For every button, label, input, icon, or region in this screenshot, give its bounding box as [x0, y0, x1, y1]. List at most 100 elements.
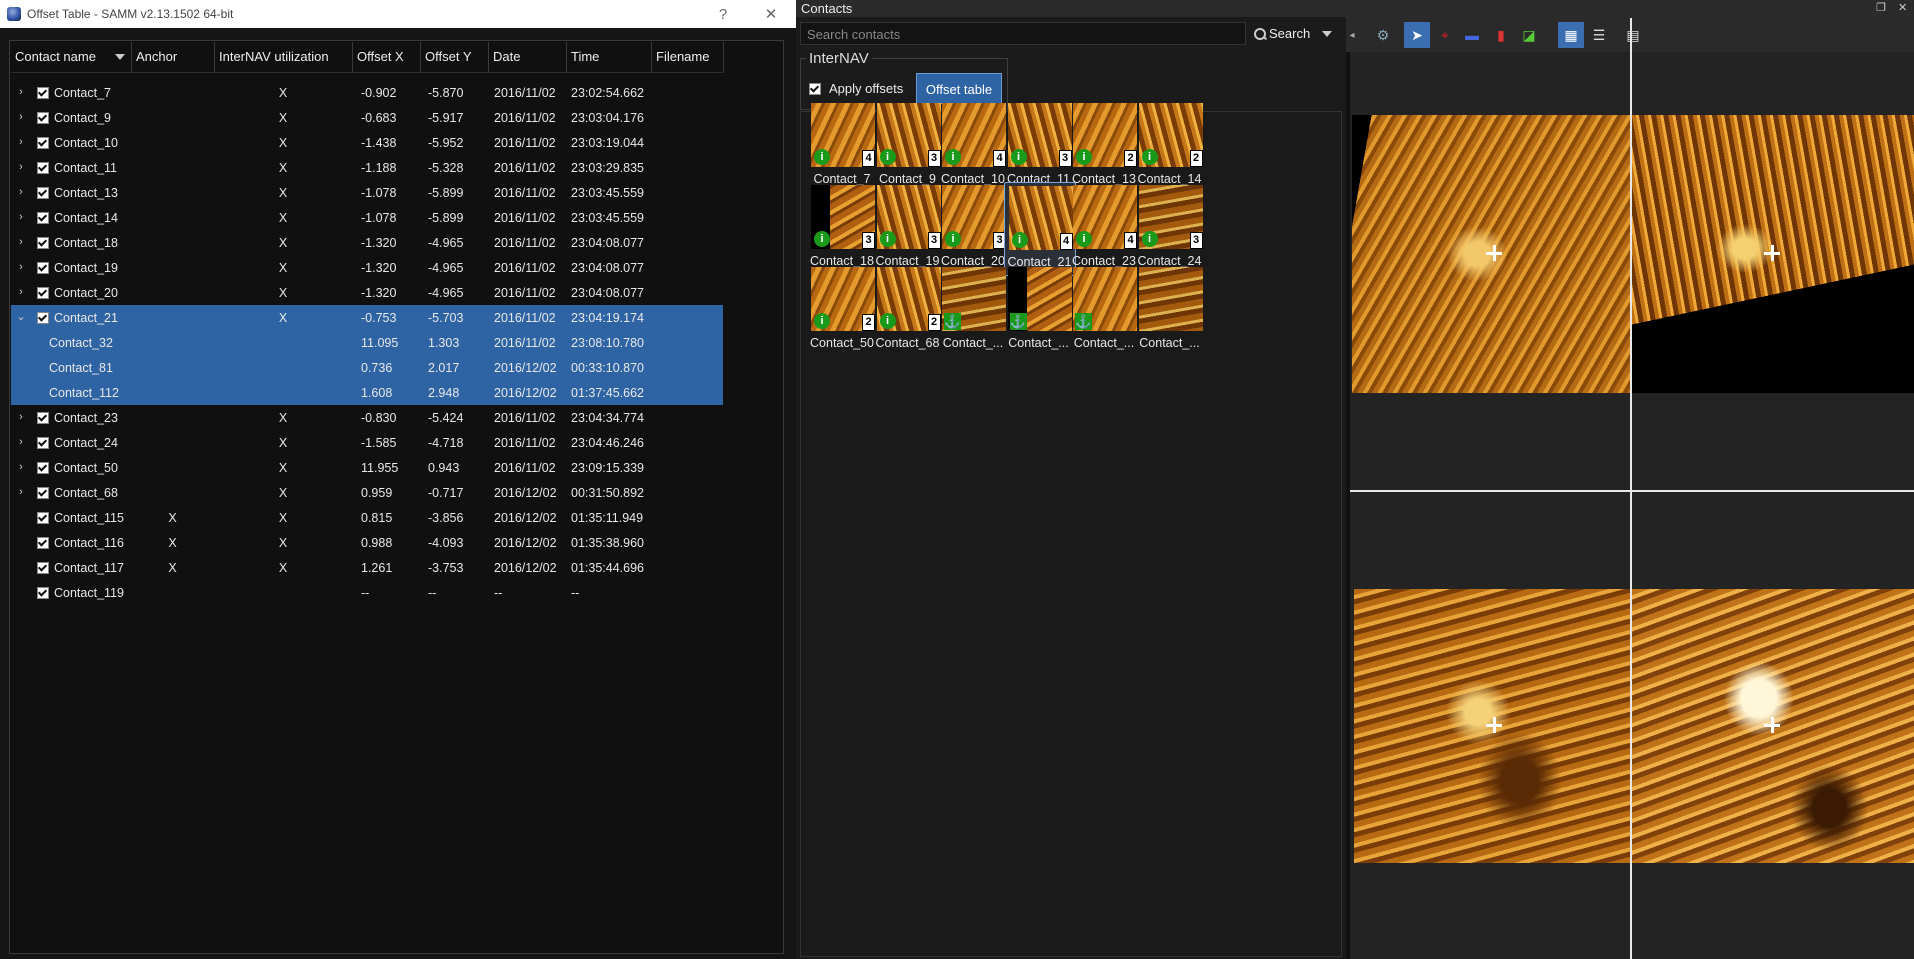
viewer-divider-vertical[interactable]: [1630, 18, 1632, 959]
contact-thumbnail[interactable]: i 4 Contact_7: [807, 100, 877, 192]
contact-thumbnail[interactable]: i 2 Contact_50: [807, 264, 877, 356]
table-row[interactable]: › Contact_68 X 0.959 -0.717 2016/12/02 00:31:5…: [11, 480, 723, 505]
table-row[interactable]: › Contact_18 X -1.320 -4.965 2016/11/02 23:04:…: [11, 230, 723, 255]
chevron-right-icon[interactable]: ›: [15, 261, 27, 273]
measure-icon[interactable]: ◪: [1516, 22, 1542, 48]
contact-thumbnail[interactable]: i 3 Contact_11: [1004, 100, 1074, 192]
table-row[interactable]: Contact_116 X X 0.988 -4.093 2016/12/02 01:35:…: [11, 530, 723, 555]
close-icon[interactable]: ✕: [1898, 1, 1907, 14]
contact-thumbnail[interactable]: i 3 Contact_19: [873, 182, 943, 274]
chevron-down-icon[interactable]: [1322, 30, 1333, 37]
checkbox-checked-icon[interactable]: [37, 212, 49, 224]
chevron-right-icon[interactable]: ›: [15, 186, 27, 198]
table-row[interactable]: Contact_117 X X 1.261 -3.753 2016/12/02 01:35:…: [11, 555, 723, 580]
contact-thumbnail[interactable]: i 2 Contact_68: [873, 264, 943, 356]
column-header-offset-x[interactable]: Offset X: [353, 42, 421, 72]
column-header-filename[interactable]: Filename: [652, 42, 724, 72]
table-row[interactable]: › Contact_14 X -1.078 -5.899 2016/11/02 23:03:…: [11, 205, 723, 230]
column-header-time[interactable]: Time: [567, 42, 652, 72]
table-row[interactable]: Contact_115 X X 0.815 -3.856 2016/12/02 01:35:…: [11, 505, 723, 530]
marker-icon[interactable]: ▮: [1488, 22, 1514, 48]
list-view-icon[interactable]: ☰: [1586, 22, 1612, 48]
table-row[interactable]: › Contact_11 X -1.188 -5.328 2016/11/02 23:03:…: [11, 155, 723, 180]
checkbox-checked-icon[interactable]: [37, 187, 49, 199]
table-row[interactable]: ⌄ Contact_21 X -0.753 -5.703 2016/11/02 23:04:…: [11, 305, 723, 330]
chevron-right-icon[interactable]: ›: [15, 86, 27, 98]
column-header-offset-y[interactable]: Offset Y: [421, 42, 489, 72]
table-row[interactable]: › Contact_50 X 11.955 0.943 2016/11/02 23:09:1…: [11, 455, 723, 480]
chevron-right-icon[interactable]: ›: [15, 111, 27, 123]
pointer-icon[interactable]: ➤: [1404, 22, 1430, 48]
checkbox-checked-icon[interactable]: [37, 287, 49, 299]
table-view-icon[interactable]: ▤: [1620, 22, 1646, 48]
table-row[interactable]: Contact_112 1.608 2.948 2016/12/02 01:37:45.…: [11, 380, 723, 405]
checkbox-checked-icon[interactable]: [37, 512, 49, 524]
contact-thumbnail[interactable]: i 3 Contact_18: [807, 182, 877, 274]
viewer-pane-top-left[interactable]: [1350, 52, 1630, 490]
table-row[interactable]: › Contact_23 X -0.830 -5.424 2016/11/02 23:04:…: [11, 405, 723, 430]
checkbox-checked-icon[interactable]: [809, 82, 821, 95]
viewer-pane-bottom-left[interactable]: [1350, 492, 1630, 959]
contact-thumbnail[interactable]: ⚓ Contact_...: [1004, 264, 1074, 356]
checkbox-checked-icon[interactable]: [37, 587, 49, 599]
viewer-divider-horizontal[interactable]: [1350, 490, 1914, 492]
crosshair-icon[interactable]: ⌖: [1432, 22, 1458, 48]
checkbox-checked-icon[interactable]: [37, 312, 49, 324]
contact-thumbnail[interactable]: i 2 Contact_14: [1135, 100, 1205, 192]
contact-thumbnail[interactable]: i 4 Contact_21: [1003, 182, 1076, 276]
checkbox-checked-icon[interactable]: [37, 562, 49, 574]
restore-icon[interactable]: ❐: [1876, 1, 1886, 14]
checkbox-checked-icon[interactable]: [37, 462, 49, 474]
contact-thumbnail[interactable]: ⚓ Contact_...: [1069, 264, 1139, 356]
chevron-right-icon[interactable]: ›: [15, 136, 27, 148]
globe-icon[interactable]: ⚙: [1370, 22, 1396, 48]
table-row[interactable]: › Contact_9 X -0.683 -5.917 2016/11/02 23:03:0…: [11, 105, 723, 130]
search-input[interactable]: Search contacts: [800, 22, 1246, 45]
column-header-anchor[interactable]: Anchor: [132, 42, 215, 72]
column-header-internav-utilization[interactable]: InterNAV utilization: [215, 42, 353, 72]
chevron-down-icon[interactable]: ⌄: [15, 311, 27, 323]
close-button[interactable]: ✕: [752, 0, 790, 28]
table-row[interactable]: › Contact_24 X -1.585 -4.718 2016/11/02 23:04:…: [11, 430, 723, 455]
checkbox-checked-icon[interactable]: [37, 262, 49, 274]
checkbox-checked-icon[interactable]: [37, 437, 49, 449]
contact-thumbnail[interactable]: i 4 Contact_23: [1069, 182, 1139, 274]
column-header-contact-name[interactable]: Contact name: [11, 42, 132, 72]
column-header-date[interactable]: Date: [489, 42, 567, 72]
table-row[interactable]: › Contact_13 X -1.078 -5.899 2016/11/02 23:03:…: [11, 180, 723, 205]
help-button[interactable]: ?: [704, 0, 742, 28]
apply-offsets-checkbox[interactable]: Apply offsets: [809, 81, 903, 96]
chevron-right-icon[interactable]: ›: [15, 211, 27, 223]
chevron-right-icon[interactable]: ›: [15, 486, 27, 498]
viewer-pane-top-right[interactable]: [1632, 52, 1914, 490]
checkbox-checked-icon[interactable]: [37, 162, 49, 174]
collapse-arrow-icon[interactable]: ◂: [1346, 22, 1358, 48]
checkbox-checked-icon[interactable]: [37, 87, 49, 99]
search-button[interactable]: Search: [1254, 22, 1336, 45]
viewer-pane-bottom-right[interactable]: [1632, 492, 1914, 959]
table-row[interactable]: › Contact_7 X -0.902 -5.870 2016/11/02 23:02:5…: [11, 80, 723, 105]
checkbox-checked-icon[interactable]: [37, 112, 49, 124]
chevron-right-icon[interactable]: ›: [15, 161, 27, 173]
contact-thumbnail[interactable]: ⚓ Contact_...: [938, 264, 1008, 356]
chevron-right-icon[interactable]: ›: [15, 411, 27, 423]
grid-2x2-icon[interactable]: ▦: [1558, 22, 1584, 48]
contact-thumbnail[interactable]: i 4 Contact_10: [938, 100, 1008, 192]
table-row[interactable]: › Contact_20 X -1.320 -4.965 2016/11/02 23:04:…: [11, 280, 723, 305]
checkbox-checked-icon[interactable]: [37, 412, 49, 424]
chevron-right-icon[interactable]: ›: [15, 236, 27, 248]
checkbox-checked-icon[interactable]: [37, 237, 49, 249]
contact-thumbnail[interactable]: i 3 Contact_24: [1135, 182, 1205, 274]
contact-thumbnail[interactable]: i 3 Contact_20: [938, 182, 1008, 274]
table-row[interactable]: › Contact_10 X -1.438 -5.952 2016/11/02 23:03:…: [11, 130, 723, 155]
table-row[interactable]: › Contact_19 X -1.320 -4.965 2016/11/02 23:04:…: [11, 255, 723, 280]
checkbox-checked-icon[interactable]: [37, 137, 49, 149]
table-row[interactable]: Contact_32 11.095 1.303 2016/11/02 23:08:10.…: [11, 330, 723, 355]
chevron-right-icon[interactable]: ›: [15, 286, 27, 298]
contact-thumbnail[interactable]: i 3 Contact_9: [873, 100, 943, 192]
checkbox-checked-icon[interactable]: [37, 537, 49, 549]
table-row[interactable]: Contact_119 -- -- -- --: [11, 580, 723, 605]
table-row[interactable]: Contact_81 0.736 2.017 2016/12/02 00:33:10.8…: [11, 355, 723, 380]
contact-thumbnail[interactable]: i 2 Contact_13: [1069, 100, 1139, 192]
chevron-right-icon[interactable]: ›: [15, 436, 27, 448]
